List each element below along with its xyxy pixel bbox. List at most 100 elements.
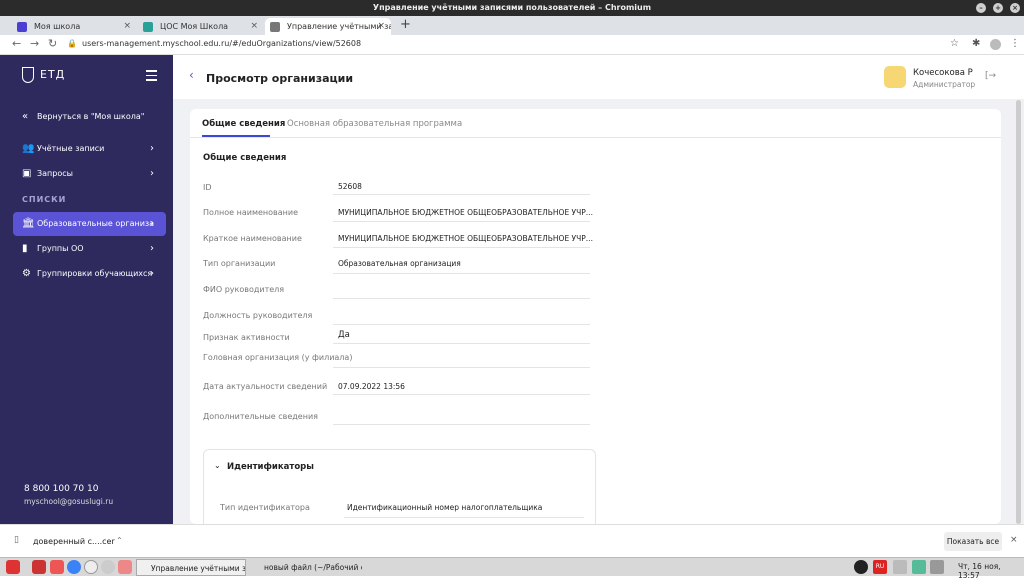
support-email[interactable]: myschool@gosuslugi.ru [24,497,113,506]
field-label: Полное наименование [203,208,298,217]
maximize-icon[interactable]: + [993,3,1003,13]
back-arrow-icon[interactable]: ‹ [189,68,194,82]
field-divider [333,394,590,395]
app-launcher-icon[interactable] [32,560,46,574]
close-window-icon[interactable]: × [1010,3,1020,13]
avatar[interactable] [884,66,906,88]
chromium-icon[interactable] [67,560,81,574]
inbox-icon: ▣ [22,168,32,179]
double-chevron-left-icon: « [22,111,29,122]
field-divider [333,324,590,325]
identifier-type-label: Тип идентификатора [220,503,310,512]
back-to-myschool-link[interactable]: « Вернуться в "Моя школа" [13,105,166,129]
tab-cos[interactable]: ЦОС Моя Школа × [138,18,264,35]
volume-icon[interactable] [930,560,944,574]
close-tab-icon[interactable]: × [377,18,385,35]
page-scrollbar[interactable] [1016,100,1021,524]
field-label: Головная организация (у филиала) [203,353,353,362]
support-phone: 8 800 100 70 10 [24,484,99,494]
field-value: 52608 [338,182,362,191]
hamburger-icon[interactable] [146,70,157,84]
field-label: Тип организации [203,259,276,268]
minimize-icon[interactable]: – [976,3,986,13]
extensions-icon[interactable]: ✱ [972,38,980,49]
tab-myschool[interactable]: Моя школа × [12,18,137,35]
logout-icon[interactable]: [→ [985,71,996,81]
sidebar-item-groupings[interactable]: ⚙ Группировки обучающихся › [13,262,166,286]
tab-program[interactable]: Основная образовательная программа [287,119,462,129]
field-label: ID [203,183,212,192]
chevron-up-icon[interactable]: ⌃ [116,536,123,545]
taskbar-window-editor[interactable]: новый файл (~/Рабочий ст... [250,559,362,576]
active-tab-underline [202,135,270,137]
menu-dots-icon[interactable]: ⋮ [1010,38,1020,49]
keyboard-layout[interactable]: RU [873,560,887,574]
search-icon[interactable] [101,560,115,574]
sidebar-item-groups[interactable]: ▮ Группы ОО › [13,237,166,261]
lock-icon: 🔒 [67,39,77,48]
users-icon: 👥 [22,143,35,154]
address-bar: ← → ↻ 🔒 users-management.myschool.edu.ru… [0,35,1024,55]
app-launcher-icon[interactable] [118,560,132,574]
field-divider [333,424,590,425]
field-value: МУНИЦИПАЛЬНОЕ БЮДЖЕТНОЕ ОБЩЕОБРАЗОВАТЕЛЬ… [338,234,593,243]
bluetooth-icon[interactable] [854,560,868,574]
field-label: Должность руководителя [203,311,313,320]
reload-icon[interactable]: ↻ [48,37,57,50]
sidebar-item-requests[interactable]: ▣ Запросы › [13,162,166,186]
close-tab-icon[interactable]: × [250,18,258,35]
forward-icon[interactable]: → [30,37,39,50]
taskbar-window-chromium[interactable]: Управление учётными запи... [136,559,246,576]
field-label: Дополнительные сведения [203,412,318,421]
chevron-down-icon[interactable]: ⌄ [214,461,221,470]
chevron-right-icon: › [150,218,154,229]
field-divider [333,221,590,222]
field-value: Образовательная организация [338,259,461,268]
field-value: Да [338,330,350,340]
user-name: Кочесокова Р [913,68,973,78]
tab-general[interactable]: Общие сведения [202,119,285,129]
show-all-button[interactable]: Показать все [944,532,1002,551]
page-favicon-icon [270,22,280,32]
section-title: Общие сведения [203,153,287,163]
field-label: Признак активности [203,333,290,342]
tray-icon[interactable] [912,560,926,574]
tab-label: ЦОС Моя Школа [160,22,229,31]
cos-favicon-icon [143,22,153,32]
yandex-icon[interactable] [84,560,98,574]
field-value: 07.09.2022 13:56 [338,382,405,391]
url-input[interactable]: users-management.myschool.edu.ru/#/eduOr… [82,39,361,48]
bookmark-star-icon[interactable]: ☆ [950,38,959,49]
new-tab-icon[interactable]: + [400,17,411,32]
sidebar-item-accounts[interactable]: 👥 Учётные записи › [13,137,166,161]
profile-icon[interactable] [990,39,1001,50]
start-menu-icon[interactable] [6,560,20,574]
back-icon[interactable]: ← [12,37,21,50]
app-launcher-icon[interactable] [50,560,64,574]
field-divider [333,194,590,195]
building-icon: 🏛 [22,218,35,229]
field-label: Краткое наименование [203,234,302,243]
chevron-right-icon: › [150,268,154,279]
identifiers-title[interactable]: Идентификаторы [227,462,314,472]
os-taskbar: Управление учётными запи... новый файл (… [0,557,1024,580]
sidebar-item-organizations[interactable]: 🏛 Образовательные организа › [13,212,166,236]
chevron-right-icon: › [150,168,154,179]
tab-users-management[interactable]: Управление учётными запис × [265,18,391,35]
field-label: Дата актуальности сведений [203,382,328,391]
clock: Чт, 16 ноя, 13:57 [958,562,1001,580]
network-icon[interactable] [893,560,907,574]
chevron-right-icon: › [150,243,154,254]
logo: ЕТД [22,67,65,83]
download-item[interactable]: доверенный с....cer [33,537,115,546]
myschool-favicon-icon [17,22,27,32]
tab-label: Моя школа [34,22,81,31]
page-title: Просмотр организации [206,72,354,85]
gear-icon: ⚙ [22,268,31,279]
tab-label: Управление учётными запис [287,22,391,31]
chevron-right-icon: › [150,143,154,154]
close-icon[interactable]: × [1010,535,1018,545]
download-bar: ▯ доверенный с....cer ⌃ Показать все × [0,524,1024,557]
field-divider [344,517,584,518]
close-tab-icon[interactable]: × [123,18,131,35]
